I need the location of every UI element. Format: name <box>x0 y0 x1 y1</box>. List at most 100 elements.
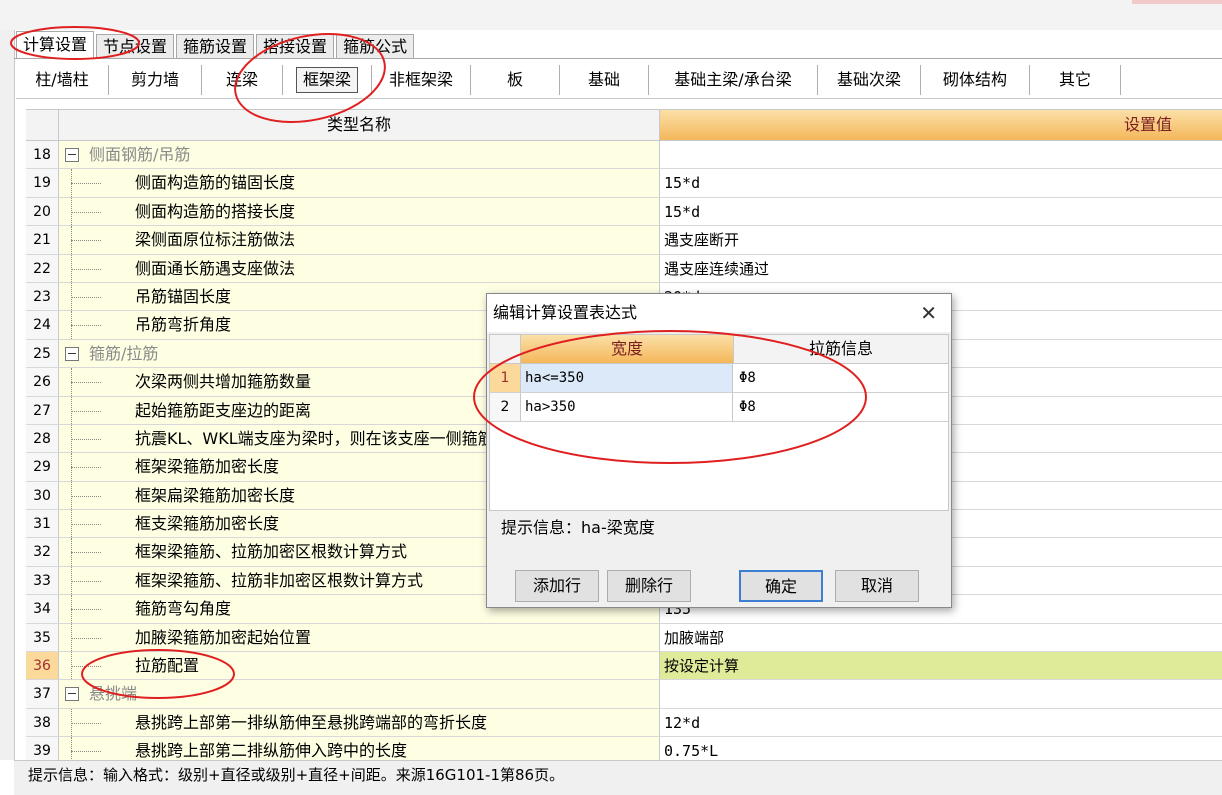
setting-label: 侧面构造筋的搭接长度 <box>135 201 296 221</box>
setting-name-cell: 加腋梁箍筋加密起始位置 <box>59 623 660 652</box>
setting-value-cell[interactable]: 遇支座断开 <box>660 226 1222 254</box>
dialog-hint: 提示信息：ha-梁宽度 <box>501 518 655 537</box>
row-number: 18 <box>26 141 59 169</box>
tie-info-cell[interactable]: Φ8 <box>733 393 948 421</box>
row-number: 29 <box>26 453 59 481</box>
component-tab-bar: 柱/墙柱 剪力墙 连梁 框架梁 非框架梁 板 基础 基础主梁/承台梁 基础次梁 … <box>16 62 1222 99</box>
setting-value-cell[interactable]: 遇支座连续通过 <box>660 254 1222 282</box>
row-number: 28 <box>26 424 59 453</box>
cancel-button[interactable]: 取消 <box>835 570 919 602</box>
setting-label: 框架梁箍筋、拉筋非加密区根数计算方式 <box>135 570 424 590</box>
tree-branch <box>71 438 101 440</box>
setting-value-cell[interactable] <box>660 680 1222 708</box>
dialog-grid-corner <box>490 335 521 363</box>
table-row[interactable]: 35 加腋梁箍筋加密起始位置 加腋端部 <box>26 623 1222 653</box>
setting-name-cell: 侧面钢筋/吊筋 <box>59 141 660 169</box>
dialog-row[interactable]: 1 ha<=350 Φ8 <box>490 364 948 393</box>
row-number: 31 <box>26 510 59 538</box>
tab-node-settings[interactable]: 节点设置 <box>96 34 175 58</box>
row-number: 38 <box>26 708 59 737</box>
subtab-masonry[interactable]: 砌体结构 <box>921 65 1030 95</box>
table-row[interactable]: 21 梁侧面原位标注筋做法 遇支座断开 <box>26 226 1222 255</box>
row-number: 37 <box>26 680 59 708</box>
tree-branch <box>71 495 101 497</box>
setting-label: 悬挑跨上部第一排纵筋伸至悬挑跨端部的弯折长度 <box>135 712 488 732</box>
dialog-row-number: 2 <box>490 393 521 421</box>
collapse-icon[interactable] <box>65 346 79 361</box>
setting-label: 侧面钢筋/吊筋 <box>89 145 191 164</box>
row-number: 22 <box>26 254 59 282</box>
setting-value-cell[interactable]: 15*d <box>660 197 1222 226</box>
subtab-slab[interactable]: 板 <box>471 65 560 95</box>
setting-value-cell[interactable]: 12*d <box>660 708 1222 737</box>
row-number: 35 <box>26 623 59 652</box>
table-row[interactable]: 20 侧面构造筋的搭接长度 15*d <box>26 197 1222 227</box>
setting-label: 箍筋弯勾角度 <box>135 599 232 619</box>
dialog-grid: 宽度 拉筋信息 1 ha<=350 Φ8 2 ha>350 Φ8 <box>489 334 949 511</box>
edit-expression-dialog: 编辑计算设置表达式 ✕ 宽度 拉筋信息 1 ha<=350 Φ8 2 ha>35… <box>486 293 952 608</box>
subtab-other[interactable]: 其它 <box>1030 65 1121 95</box>
subtab-coupling-beam[interactable]: 连梁 <box>202 65 283 95</box>
setting-name-cell: 悬挑跨上部第一排纵筋伸至悬挑跨端部的弯折长度 <box>59 708 660 737</box>
subtab-column[interactable]: 柱/墙柱 <box>16 65 109 95</box>
group-row[interactable]: 18 侧面钢筋/吊筋 <box>26 141 1222 170</box>
collapse-icon[interactable] <box>65 687 79 702</box>
setting-label: 吊筋弯折角度 <box>135 315 232 335</box>
table-row[interactable]: 36 拉筋配置 按设定计算 <box>26 652 1222 681</box>
setting-label: 起始箍筋距支座边的距离 <box>135 400 312 420</box>
tree-branch <box>71 240 101 242</box>
column-header-width: 宽度 <box>521 335 734 363</box>
tree-branch <box>71 722 101 724</box>
setting-label: 吊筋锚固长度 <box>135 286 232 306</box>
add-row-button[interactable]: 添加行 <box>515 570 599 602</box>
group-row[interactable]: 37 悬挑端 <box>26 680 1222 709</box>
tab-calc-settings[interactable]: 计算设置 <box>16 31 95 58</box>
tab-lap-settings[interactable]: 搭接设置 <box>256 34 335 58</box>
dialog-row[interactable]: 2 ha>350 Φ8 <box>490 393 948 422</box>
setting-value-cell[interactable]: 15*d <box>660 169 1222 197</box>
grid-header: 类型名称 设置值 <box>26 109 1222 141</box>
setting-value-cell[interactable]: 加腋端部 <box>660 623 1222 652</box>
subtab-nonframe-beam[interactable]: 非框架梁 <box>372 65 471 95</box>
setting-name-cell: 梁侧面原位标注筋做法 <box>59 226 660 254</box>
subtab-foundation-secondary-beam[interactable]: 基础次梁 <box>818 65 921 95</box>
tie-info-cell[interactable]: Φ8 <box>733 364 948 392</box>
setting-name-cell: 侧面通长筋遇支座做法 <box>59 254 660 282</box>
collapse-icon[interactable] <box>65 148 79 162</box>
tree-branch <box>71 325 101 327</box>
width-cell[interactable]: ha<=350 <box>521 364 733 392</box>
tree-branch <box>71 637 101 639</box>
row-number: 24 <box>26 311 59 339</box>
width-cell[interactable]: ha>350 <box>521 393 733 421</box>
setting-label: 箍筋/拉筋 <box>89 343 159 363</box>
table-row[interactable]: 22 侧面通长筋遇支座做法 遇支座连续通过 <box>26 254 1222 283</box>
tab-stirrup-formula[interactable]: 箍筋公式 <box>336 34 415 58</box>
tree-branch <box>71 580 101 582</box>
table-row[interactable]: 19 侧面构造筋的锚固长度 15*d <box>26 169 1222 198</box>
left-panel-edge <box>0 30 15 760</box>
setting-value-cell[interactable] <box>660 141 1222 169</box>
dialog-grid-header: 宽度 拉筋信息 <box>490 335 948 364</box>
tab-divider <box>14 58 1222 59</box>
row-number: 23 <box>26 282 59 311</box>
grid-header-corner <box>26 110 59 140</box>
tree-branch <box>71 382 101 384</box>
ok-button[interactable]: 确定 <box>739 570 823 602</box>
subtab-frame-beam[interactable]: 框架梁 <box>283 65 372 95</box>
subtab-foundation-main-beam[interactable]: 基础主梁/承台梁 <box>649 65 818 95</box>
setting-label: 框架梁箍筋、拉筋加密区根数计算方式 <box>135 542 408 562</box>
subtab-foundation[interactable]: 基础 <box>560 65 649 95</box>
table-row[interactable]: 38 悬挑跨上部第一排纵筋伸至悬挑跨端部的弯折长度 12*d <box>26 708 1222 738</box>
setting-label: 拉筋配置 <box>135 656 200 676</box>
tab-stirrup-settings[interactable]: 箍筋设置 <box>176 34 255 58</box>
setting-label: 框架梁箍筋加密长度 <box>135 457 280 477</box>
dialog-row-number: 1 <box>490 364 521 392</box>
close-icon[interactable]: ✕ <box>920 294 937 332</box>
setting-value-cell[interactable]: 按设定计算 <box>660 652 1222 680</box>
row-number: 36 <box>26 652 59 680</box>
subtab-shear-wall[interactable]: 剪力墙 <box>109 65 202 95</box>
delete-row-button[interactable]: 删除行 <box>607 570 691 602</box>
tree-branch <box>71 524 101 526</box>
row-number: 27 <box>26 396 59 424</box>
setting-name-cell: 侧面构造筋的锚固长度 <box>59 169 660 197</box>
